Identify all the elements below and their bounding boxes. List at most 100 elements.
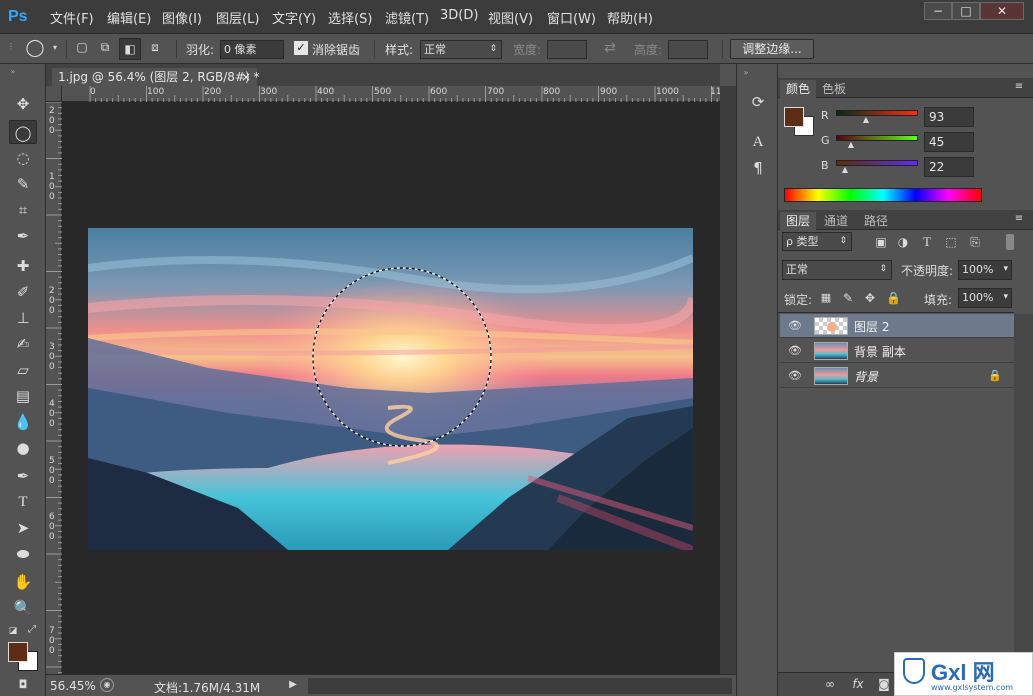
paragraph-panel-icon[interactable]: ¶ (745, 156, 771, 180)
g-slider-handle-icon[interactable]: ▲ (846, 140, 856, 149)
feather-input[interactable]: 0 像素 (220, 40, 284, 59)
collapse-icon[interactable]: » (8, 67, 18, 76)
lock-all-icon[interactable]: 🔒 (886, 291, 901, 305)
intersect-selection-icon[interactable]: ⧈ (146, 40, 164, 55)
r-slider-handle-icon[interactable]: ▲ (861, 115, 871, 124)
menu-file[interactable]: 文件(F) (50, 8, 94, 27)
dodge-tool-icon[interactable]: ● (9, 436, 37, 460)
opacity-input[interactable]: 100% ▾ (958, 260, 1012, 280)
ellipse-shape-tool-icon[interactable]: ⬬ (9, 542, 37, 566)
filter-toggle[interactable] (1006, 234, 1014, 250)
menu-window[interactable]: 窗口(W) (547, 8, 596, 27)
swap-icon[interactable]: ⇄ (600, 40, 620, 56)
menu-select[interactable]: 选择(S) (328, 8, 372, 27)
document-tab[interactable]: 1.jpg @ 56.4% (图层 2, RGB/8#) * × (52, 68, 259, 86)
menu-layer[interactable]: 图层(L) (216, 8, 259, 27)
elliptical-marquee-tool-icon[interactable]: ◯ (9, 120, 37, 144)
menu-help[interactable]: 帮助(H) (607, 8, 653, 27)
width-input[interactable] (547, 40, 587, 59)
filter-smart-object-icon[interactable]: ⎘ (968, 235, 982, 250)
history-panel-icon[interactable]: ⟳ (745, 90, 771, 114)
quick-mask-icon[interactable]: ◘ (14, 678, 32, 691)
r-slider[interactable] (836, 110, 918, 116)
layers-scrollbar[interactable] (1014, 314, 1033, 674)
menu-type[interactable]: 文字(Y) (272, 8, 316, 27)
vertical-scrollbar[interactable] (720, 86, 736, 674)
default-colors-icon[interactable]: ◪ (7, 626, 19, 636)
panel-menu-icon[interactable]: ≡ (1010, 213, 1028, 224)
b-slider-handle-icon[interactable]: ▲ (840, 165, 850, 174)
hand-tool-icon[interactable]: ✋ (9, 570, 37, 594)
height-input[interactable] (668, 40, 708, 59)
zoom-tool-icon[interactable]: 🔍 (9, 596, 37, 620)
layer-row[interactable]: 👁 背景 🔒 (780, 364, 1014, 388)
layer-filter-select[interactable]: ρ 类型 ⇕ (782, 232, 852, 251)
type-tool-icon[interactable]: T (9, 490, 37, 514)
lock-transparent-icon[interactable]: ▦ (820, 291, 832, 304)
new-selection-icon[interactable]: ▢ (74, 40, 90, 54)
lock-pixels-icon[interactable]: ✎ (842, 291, 854, 305)
move-tool-icon[interactable]: ✥ (9, 92, 37, 116)
foreground-swatch[interactable] (784, 107, 804, 127)
subtract-selection-icon[interactable]: ◧ (119, 38, 141, 60)
tab-layers[interactable]: 图层 (780, 212, 817, 230)
filter-shape-icon[interactable]: ⬚ (944, 235, 958, 249)
lock-position-icon[interactable]: ✥ (864, 291, 876, 305)
foreground-color-swatch[interactable] (8, 642, 28, 662)
tab-close-icon[interactable]: × (241, 68, 251, 86)
pen-tool-icon[interactable]: ✒ (9, 464, 37, 488)
landscape-image[interactable] (88, 228, 693, 550)
filter-type-icon[interactable]: T (920, 234, 934, 250)
tab-channels[interactable]: 通道 (818, 212, 854, 230)
r-value-input[interactable]: 93 (924, 107, 974, 127)
filter-pixel-icon[interactable]: ▣ (874, 235, 888, 249)
swap-colors-icon[interactable]: ⤢ (26, 624, 38, 635)
crop-tool-icon[interactable]: ⌗ (9, 198, 37, 222)
layer-name[interactable]: 背景 (854, 368, 878, 385)
eraser-tool-icon[interactable]: ▱ (9, 358, 37, 382)
menu-view[interactable]: 视图(V) (488, 8, 533, 27)
refine-edge-button[interactable]: 调整边缘... (730, 39, 814, 59)
visibility-eye-icon[interactable]: 👁 (786, 318, 804, 334)
add-selection-icon[interactable]: ⧉ (96, 40, 114, 55)
b-value-input[interactable]: 22 (924, 157, 974, 177)
elliptical-marquee-icon[interactable]: ◯ (22, 38, 48, 58)
blend-mode-select[interactable]: 正常 ⇕ (782, 260, 892, 280)
layer-style-icon[interactable]: fx (850, 677, 866, 691)
menu-image[interactable]: 图像(I) (162, 8, 202, 27)
color-spectrum-bar[interactable] (784, 188, 982, 202)
layer-row[interactable]: 👁 图层 2 (780, 314, 1014, 338)
path-select-tool-icon[interactable]: ➤ (9, 516, 37, 540)
tab-swatches[interactable]: 色板 (816, 80, 852, 98)
panel-menu-icon[interactable]: ≡ (1010, 81, 1028, 92)
link-layers-icon[interactable]: ∞ (822, 677, 838, 691)
eyedropper-tool-icon[interactable]: ✒ (9, 224, 37, 248)
quick-select-tool-icon[interactable]: ✎ (9, 172, 37, 196)
layer-row[interactable]: 👁 背景 副本 (780, 339, 1014, 363)
tab-paths[interactable]: 路径 (858, 212, 894, 230)
healing-brush-tool-icon[interactable]: ✚ (9, 254, 37, 278)
status-info-icon[interactable]: ◉ (100, 678, 114, 692)
layer-name[interactable]: 背景 副本 (854, 343, 906, 360)
menu-filter[interactable]: 滤镜(T) (385, 8, 429, 27)
layer-name[interactable]: 图层 2 (854, 318, 889, 335)
horizontal-scrollbar[interactable] (308, 678, 732, 694)
zoom-level[interactable]: 56.45% (50, 679, 96, 693)
g-value-input[interactable]: 45 (924, 132, 974, 152)
visibility-eye-icon[interactable]: 👁 (786, 343, 804, 359)
blur-tool-icon[interactable]: 💧 (9, 410, 37, 434)
antialias-checkbox[interactable]: ✓ (294, 41, 308, 55)
close-button[interactable]: ✕ (980, 2, 1024, 20)
visibility-eye-icon[interactable]: 👁 (786, 368, 804, 384)
brush-tool-icon[interactable]: ✐ (9, 280, 37, 304)
history-brush-tool-icon[interactable]: ✍ (9, 332, 37, 356)
filter-adjustment-icon[interactable]: ◑ (896, 235, 910, 249)
clone-stamp-tool-icon[interactable]: ⊥ (9, 306, 37, 330)
play-arrow-icon[interactable]: ▶ (288, 679, 298, 690)
fill-input[interactable]: 100% ▾ (958, 288, 1012, 308)
layer-mask-icon[interactable]: ◙ (876, 677, 892, 691)
gradient-tool-icon[interactable]: ▤ (9, 384, 37, 408)
lasso-tool-icon[interactable]: ◌ (9, 146, 37, 170)
chevron-down-icon[interactable]: ▾ (50, 43, 60, 52)
tab-color[interactable]: 颜色 (780, 80, 817, 98)
